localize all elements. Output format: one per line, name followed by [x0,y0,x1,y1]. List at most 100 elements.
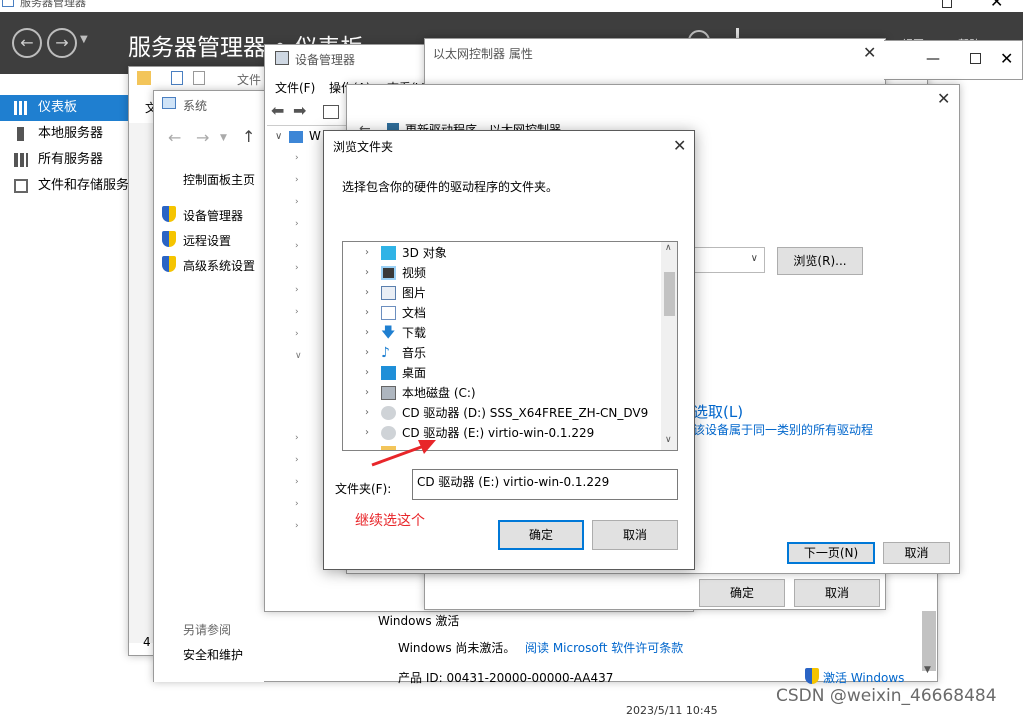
scroll-down-icon[interactable]: ∨ [665,435,672,445]
expand-icon[interactable]: › [295,197,299,207]
expand-icon[interactable]: › [295,499,299,509]
nav-item-all-servers[interactable]: 所有服务器 [0,147,140,173]
ethernet-properties-title: 以太网控制器 属性 [433,47,533,61]
recent-dropdown-icon[interactable]: ▼ [220,133,227,143]
back-button[interactable]: ← [12,28,42,58]
properties-view-icon[interactable] [323,105,339,119]
expand-icon[interactable]: › [295,307,299,317]
expand-icon[interactable]: › [365,323,369,343]
server-manager-titlebar: 服务器管理器 ✕ [0,0,1023,12]
nav-item-file-storage[interactable]: 文件和存储服务 [0,173,140,199]
tree-item[interactable]: › 图片 [343,283,661,303]
maximize-icon[interactable] [970,53,981,64]
close-icon[interactable]: ✕ [673,136,686,155]
up-icon[interactable]: ↑ [242,127,255,146]
tree-item[interactable]: › 视频 [343,263,661,283]
expand-icon[interactable]: › [295,329,299,339]
device-manager-icon [275,51,289,65]
close-icon[interactable]: ✕ [937,89,950,108]
expand-icon[interactable]: › [295,521,299,531]
expand-icon[interactable]: › [295,241,299,251]
close-icon[interactable]: ✕ [1000,49,1013,68]
device-manager-link[interactable]: 设备管理器 [183,207,243,224]
collapse-icon[interactable]: ∨ [295,351,302,361]
back-icon[interactable]: ← [168,128,181,147]
annotation-arrow [371,440,436,467]
shield-icon [162,206,176,222]
close-icon[interactable]: ✕ [863,43,876,62]
expand-icon[interactable]: › [365,343,369,363]
expand-icon[interactable]: › [295,175,299,185]
tree-item[interactable]: › 3D 对象 [343,243,661,263]
expand-icon[interactable]: › [365,403,369,423]
expand-icon[interactable]: › [365,303,369,323]
folder-tree[interactable]: › 3D 对象 › 视频 › 图片 › 文档 › 🡇 下载 › ♪ 音乐 › 桌面 › 本地磁盘 (C:) › CD … [342,241,678,451]
expand-icon[interactable]: › [295,285,299,295]
tree-item[interactable]: › 桌面 [343,363,661,383]
dashboard-icon [14,101,28,115]
expand-icon[interactable]: › [295,153,299,163]
pick-driver-link[interactable]: 选取(L) [693,401,743,422]
expand-icon[interactable]: › [295,477,299,487]
folder-field-label: 文件夹(F): [335,482,392,496]
ethernet-cancel-button[interactable]: 取消 [794,579,880,607]
explorer-menu[interactable]: 文件 [237,71,261,88]
scroll-down-icon[interactable]: ▼ [924,665,931,675]
activate-windows-link[interactable]: 激活 Windows [823,669,904,686]
browse-folder-dialog: 浏览文件夹 ✕ 选择包含你的硬件的驱动程序的文件夹。 › 3D 对象 › 视频 › 图片 ›… [323,130,695,570]
expand-icon[interactable]: › [365,283,369,303]
forward-icon[interactable]: → [196,128,209,147]
computer-icon [289,131,303,143]
expand-icon[interactable]: › [295,263,299,273]
nav-item-dashboard[interactable]: 仪表板 [0,95,140,121]
tree-item[interactable]: › CD 驱动器 (D:) SSS_X64FREE_ZH-CN_DV9 [343,403,661,423]
forward-icon[interactable]: ➡ [293,101,306,120]
expand-icon[interactable]: › [365,263,369,283]
remote-settings-link[interactable]: 远程设置 [183,232,231,249]
tree-item[interactable]: › 文档 [343,303,661,323]
window-title: 服务器管理器 [20,0,86,9]
menu-file[interactable]: 文件(F) [275,79,315,96]
license-terms-link[interactable]: 阅读 Microsoft 软件许可条款 [525,639,683,656]
nav-item-local-server[interactable]: 本地服务器 [0,121,140,147]
forward-button[interactable]: → [47,28,77,58]
see-also-title: 另请参阅 [183,623,232,637]
collapse-icon[interactable]: ∨ [275,131,282,142]
tree-item[interactable]: › ♪ 音乐 [343,343,661,363]
servers-icon [14,153,28,167]
history-dropdown-icon[interactable]: ▼ [80,34,88,45]
activation-status: Windows 尚未激活。 [398,641,516,655]
app-icon [2,0,14,7]
expand-icon[interactable]: › [365,383,369,403]
back-icon[interactable]: ⬅ [271,101,284,120]
maximize-icon[interactable] [942,0,952,8]
ethernet-ok-button[interactable]: 确定 [699,579,785,607]
3d-objects-icon [381,246,396,260]
scrollbar-thumb[interactable] [664,272,675,316]
next-button[interactable]: 下一页(N) [787,542,875,564]
browse-button[interactable]: 浏览(R)... [777,247,863,275]
advanced-system-settings-link[interactable]: 高级系统设置 [183,257,255,274]
storage-icon [14,179,28,193]
expand-icon[interactable]: › [365,363,369,383]
expand-icon[interactable]: › [295,219,299,229]
security-maintenance-link[interactable]: 安全和维护 [183,646,243,663]
tree-item[interactable]: › 🡇 下载 [343,323,661,343]
device-manager-title: 设备管理器 [295,53,356,67]
background-window-titlebar: — ✕ [884,40,1023,80]
scrollbar-thumb[interactable] [922,611,936,671]
minimize-icon[interactable]: — [926,51,940,67]
control-panel-home-link[interactable]: 控制面板主页 [183,171,255,188]
close-icon[interactable]: ✕ [990,0,1003,11]
scroll-up-icon[interactable]: ∧ [665,243,672,253]
browse-ok-button[interactable]: 确定 [498,520,584,550]
folder-input[interactable]: CD 驱动器 (E:) virtio-win-0.1.229 [412,469,678,500]
tree-item[interactable]: › 本地磁盘 (C:) [343,383,661,403]
tree-scrollbar[interactable]: ∧ ∨ [661,242,677,450]
update-cancel-button[interactable]: 取消 [883,542,950,564]
tree-item-label: 音乐 [402,346,427,360]
expand-icon[interactable]: › [295,433,299,443]
expand-icon[interactable]: › [295,455,299,465]
expand-icon[interactable]: › [365,243,369,263]
browse-cancel-button[interactable]: 取消 [592,520,678,550]
